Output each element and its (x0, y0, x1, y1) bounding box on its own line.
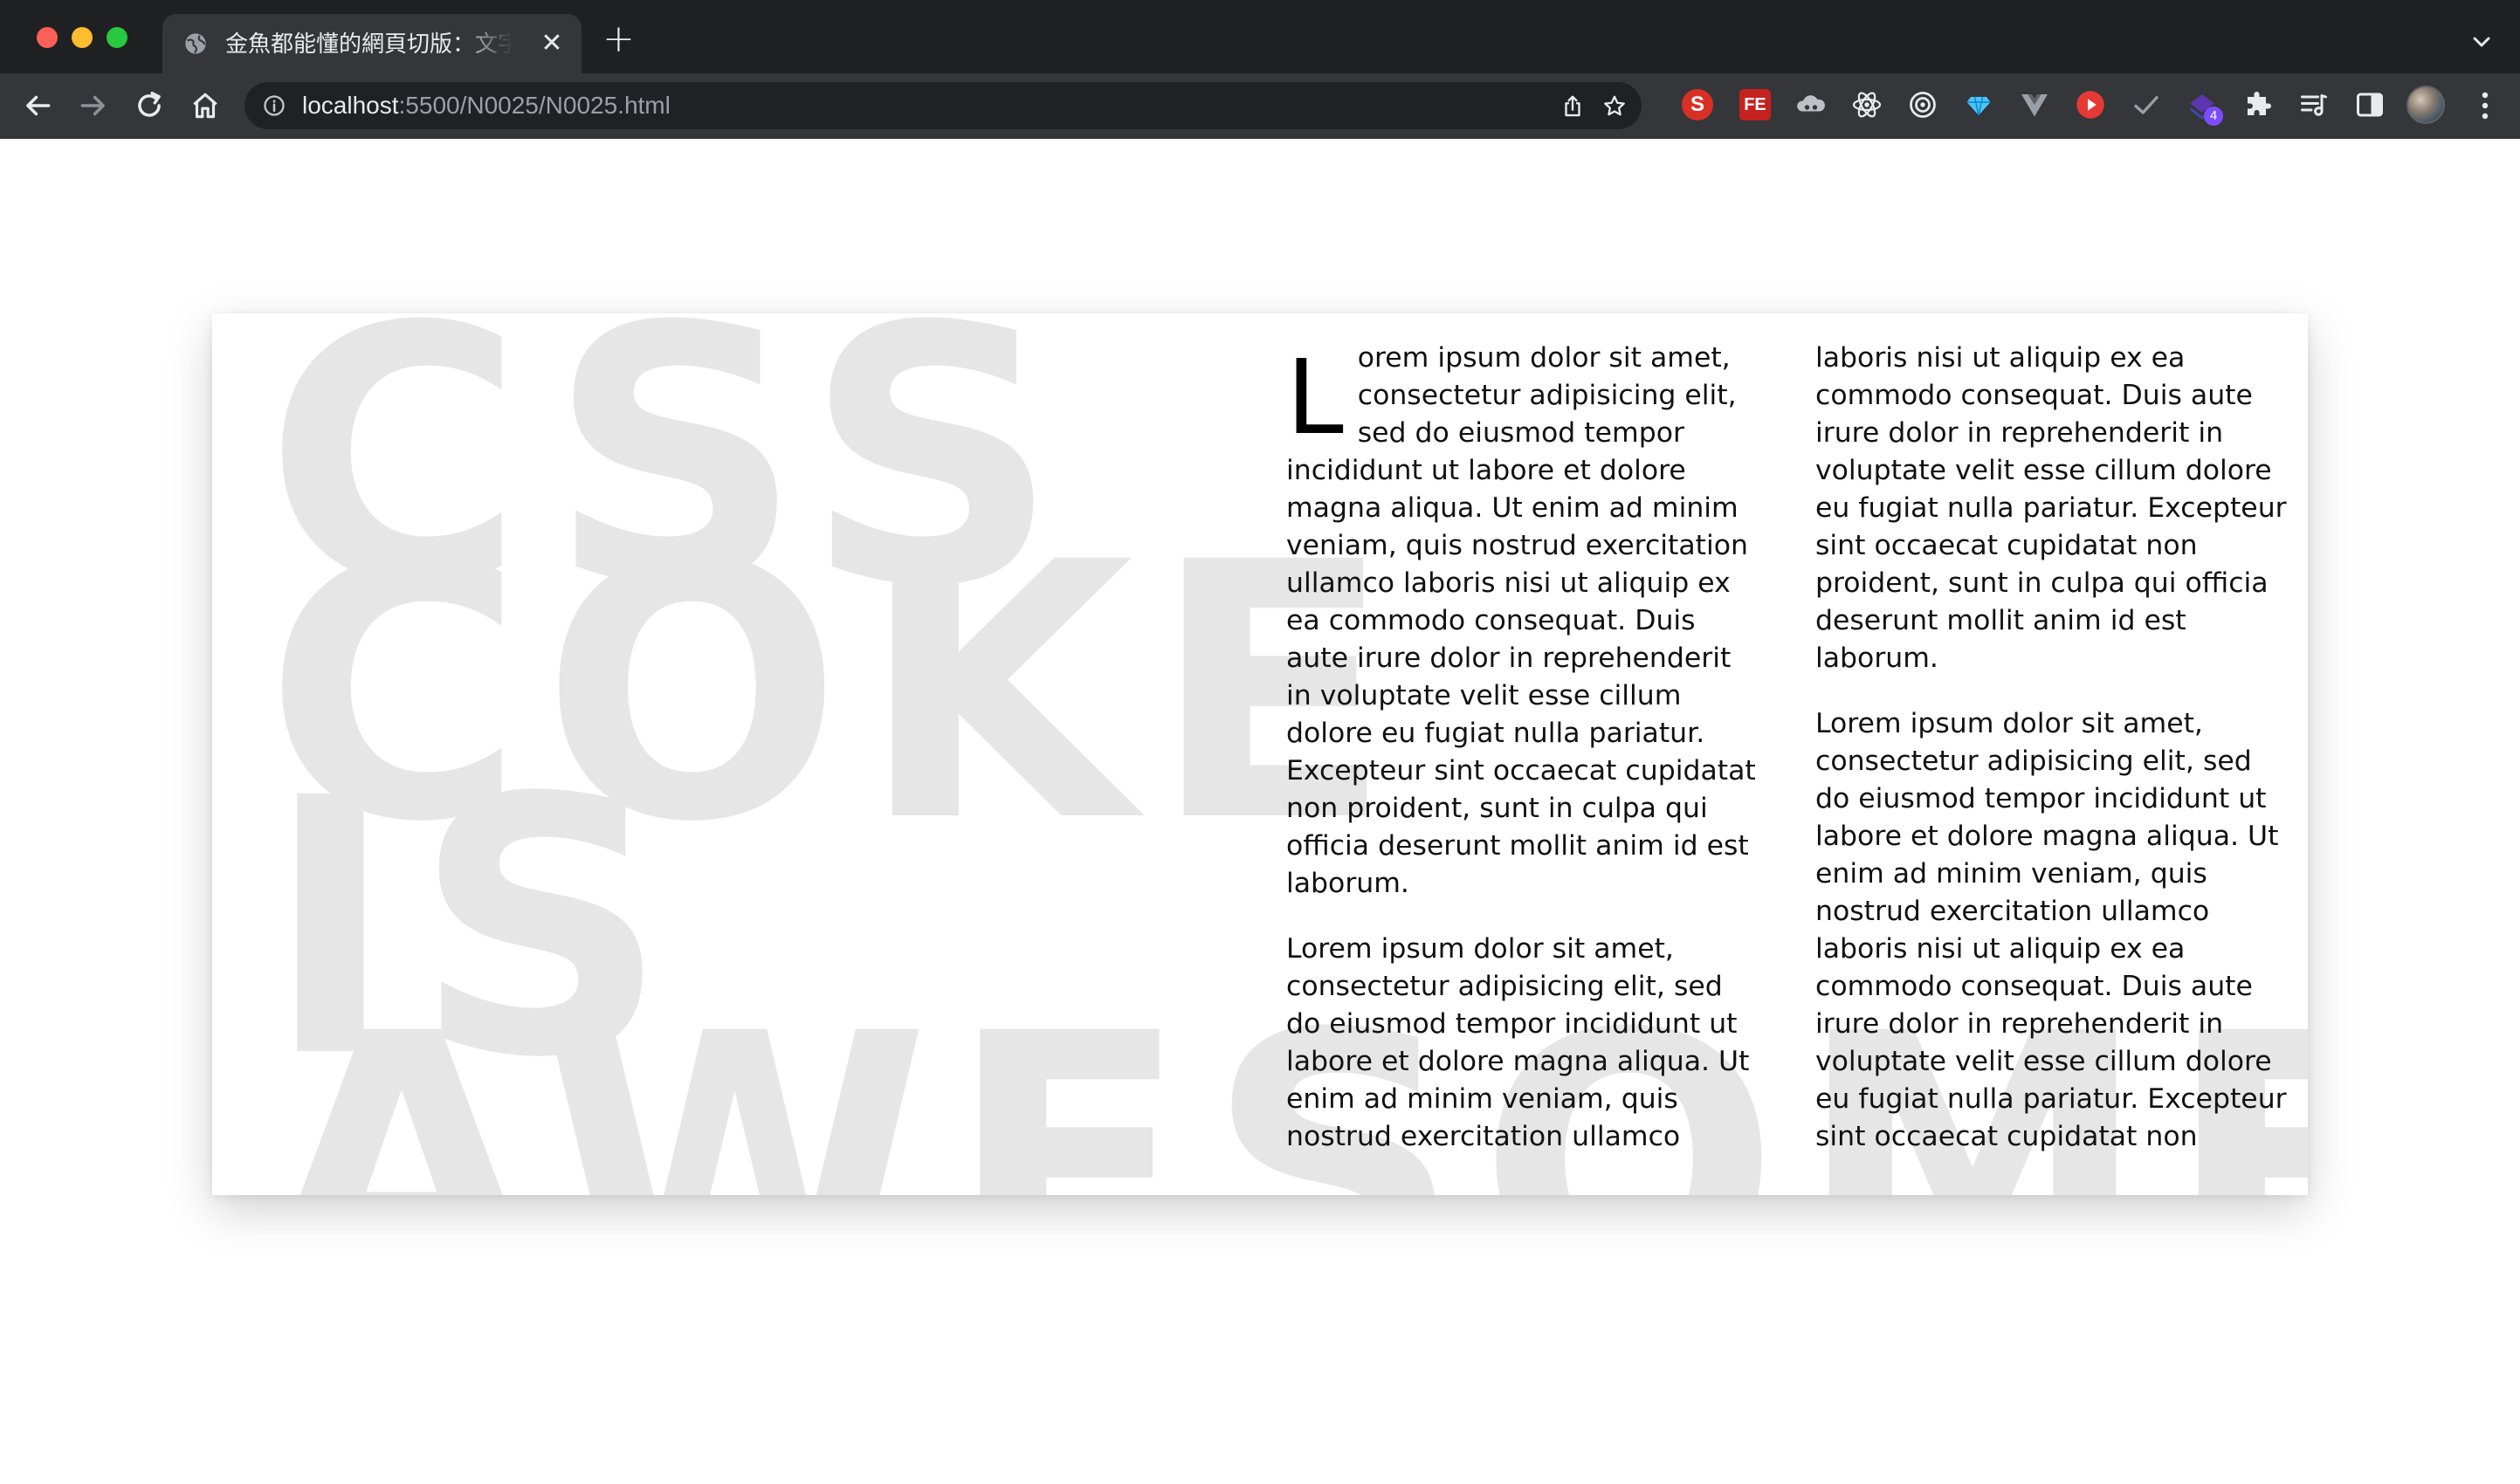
page-viewport: CSS COKE IS AWESOME Lorem ipsum dolor si… (0, 139, 2520, 1484)
reading-list-icon[interactable] (2298, 89, 2330, 120)
target-icon[interactable] (1907, 89, 1938, 120)
share-icon[interactable] (1560, 93, 1586, 120)
globe-icon (185, 33, 206, 54)
article-paragraph: Lorem ipsum dolor sit amet, consectetur … (1286, 340, 1761, 903)
browser-tab-strip: 金魚都能懂的網頁切版：文字排版 ✕ + (0, 0, 2520, 73)
content-card: CSS COKE IS AWESOME Lorem ipsum dolor si… (212, 313, 2308, 1195)
diamond-icon[interactable] (1963, 89, 1994, 120)
browser-tab-active[interactable]: 金魚都能懂的網頁切版：文字排版 ✕ (162, 14, 582, 73)
tab-close-icon[interactable]: ✕ (540, 31, 564, 57)
side-panel-icon[interactable] (2354, 89, 2386, 120)
home-icon[interactable] (189, 89, 222, 122)
extension-cloud-icon[interactable] (1795, 89, 1827, 120)
window-maximize-button[interactable] (107, 27, 127, 48)
extension-badge-icon[interactable]: 4 (2186, 89, 2223, 126)
more-menu-icon[interactable] (2471, 89, 2499, 122)
browser-toolbar: localhost:5500/N0025/N0025.html S FE 4 (0, 73, 2520, 139)
puzzle-icon[interactable] (2242, 89, 2274, 120)
check-icon[interactable] (2131, 89, 2162, 120)
window-close-button[interactable] (37, 27, 58, 48)
address-bar[interactable]: localhost:5500/N0025/N0025.html (244, 82, 1642, 129)
new-tab-button[interactable]: + (602, 20, 635, 58)
info-icon[interactable] (262, 93, 286, 118)
back-arrow-icon[interactable] (21, 89, 54, 122)
chevron-down-icon[interactable] (2468, 28, 2496, 56)
extension-fe-icon[interactable]: FE (1739, 89, 1771, 120)
extension-s-icon[interactable]: S (1682, 89, 1713, 120)
profile-avatar[interactable] (2406, 86, 2445, 124)
paragraph-text: orem ipsum dolor sit amet, consectetur a… (1286, 342, 1756, 899)
drop-cap: L (1286, 337, 1344, 457)
reload-icon[interactable] (133, 89, 166, 122)
url-path: :5500/N0025/N0025.html (398, 92, 671, 119)
article-columns: Lorem ipsum dolor sit amet, consectetur … (1286, 340, 2290, 1178)
youtube-play-icon[interactable] (2075, 89, 2106, 120)
url-host: localhost (302, 92, 399, 119)
star-icon[interactable] (1601, 93, 1628, 120)
react-devtools-icon[interactable] (1851, 89, 1883, 120)
url-text[interactable]: localhost:5500/N0025/N0025.html (302, 91, 671, 120)
vue-devtools-icon[interactable] (2019, 89, 2050, 120)
extension-badge-count: 4 (2204, 106, 2223, 126)
tab-title: 金魚都能懂的網頁切版：文字排版 (225, 31, 513, 58)
window-minimize-button[interactable] (72, 27, 93, 48)
forward-arrow-icon[interactable] (77, 89, 110, 122)
